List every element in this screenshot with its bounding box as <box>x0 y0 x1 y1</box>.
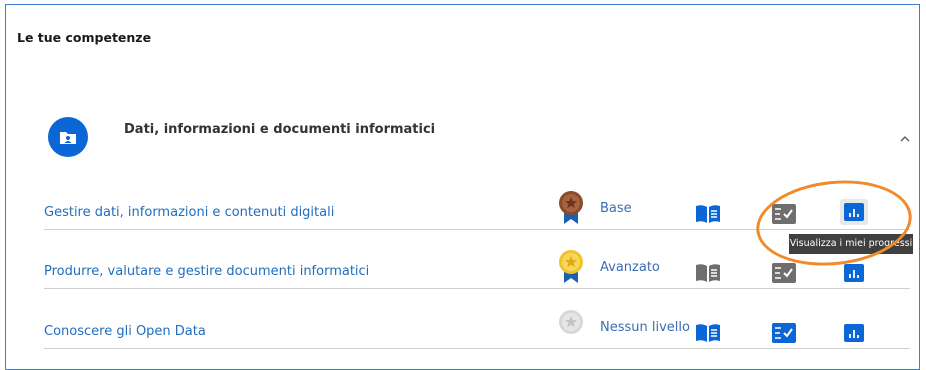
checklist-icon[interactable] <box>771 322 797 344</box>
page-title: Le tue competenze <box>17 30 152 45</box>
checklist-icon[interactable] <box>771 262 797 284</box>
competence-link[interactable]: Conoscere gli Open Data <box>44 324 206 339</box>
progress-chart-icon[interactable] <box>841 322 867 344</box>
medal-none-icon <box>558 309 584 343</box>
level-text: Base <box>600 201 632 216</box>
medal-bronze-icon <box>558 190 584 224</box>
level-text: Nessun livello <box>600 320 690 335</box>
progress-chart-icon[interactable] <box>841 262 867 284</box>
competence-link[interactable]: Gestire dati, informazioni e contenuti d… <box>44 205 334 220</box>
chevron-up-icon[interactable] <box>899 129 911 142</box>
competence-row: Conoscere gli Open Data Nessun livello <box>6 304 919 364</box>
row-divider <box>44 288 910 289</box>
book-icon[interactable] <box>695 322 721 344</box>
competences-panel: Le tue competenze Dati, informazioni e d… <box>5 4 920 370</box>
competence-link[interactable]: Produrre, valutare e gestire documenti i… <box>44 264 369 279</box>
medal-gold-icon <box>558 249 584 283</box>
area-title: Dati, informazioni e documenti informati… <box>124 122 436 137</box>
folder-user-icon <box>48 117 88 157</box>
level-text: Avanzato <box>600 260 660 275</box>
book-icon[interactable] <box>695 262 721 284</box>
row-divider <box>44 348 910 349</box>
book-icon[interactable] <box>695 203 721 225</box>
